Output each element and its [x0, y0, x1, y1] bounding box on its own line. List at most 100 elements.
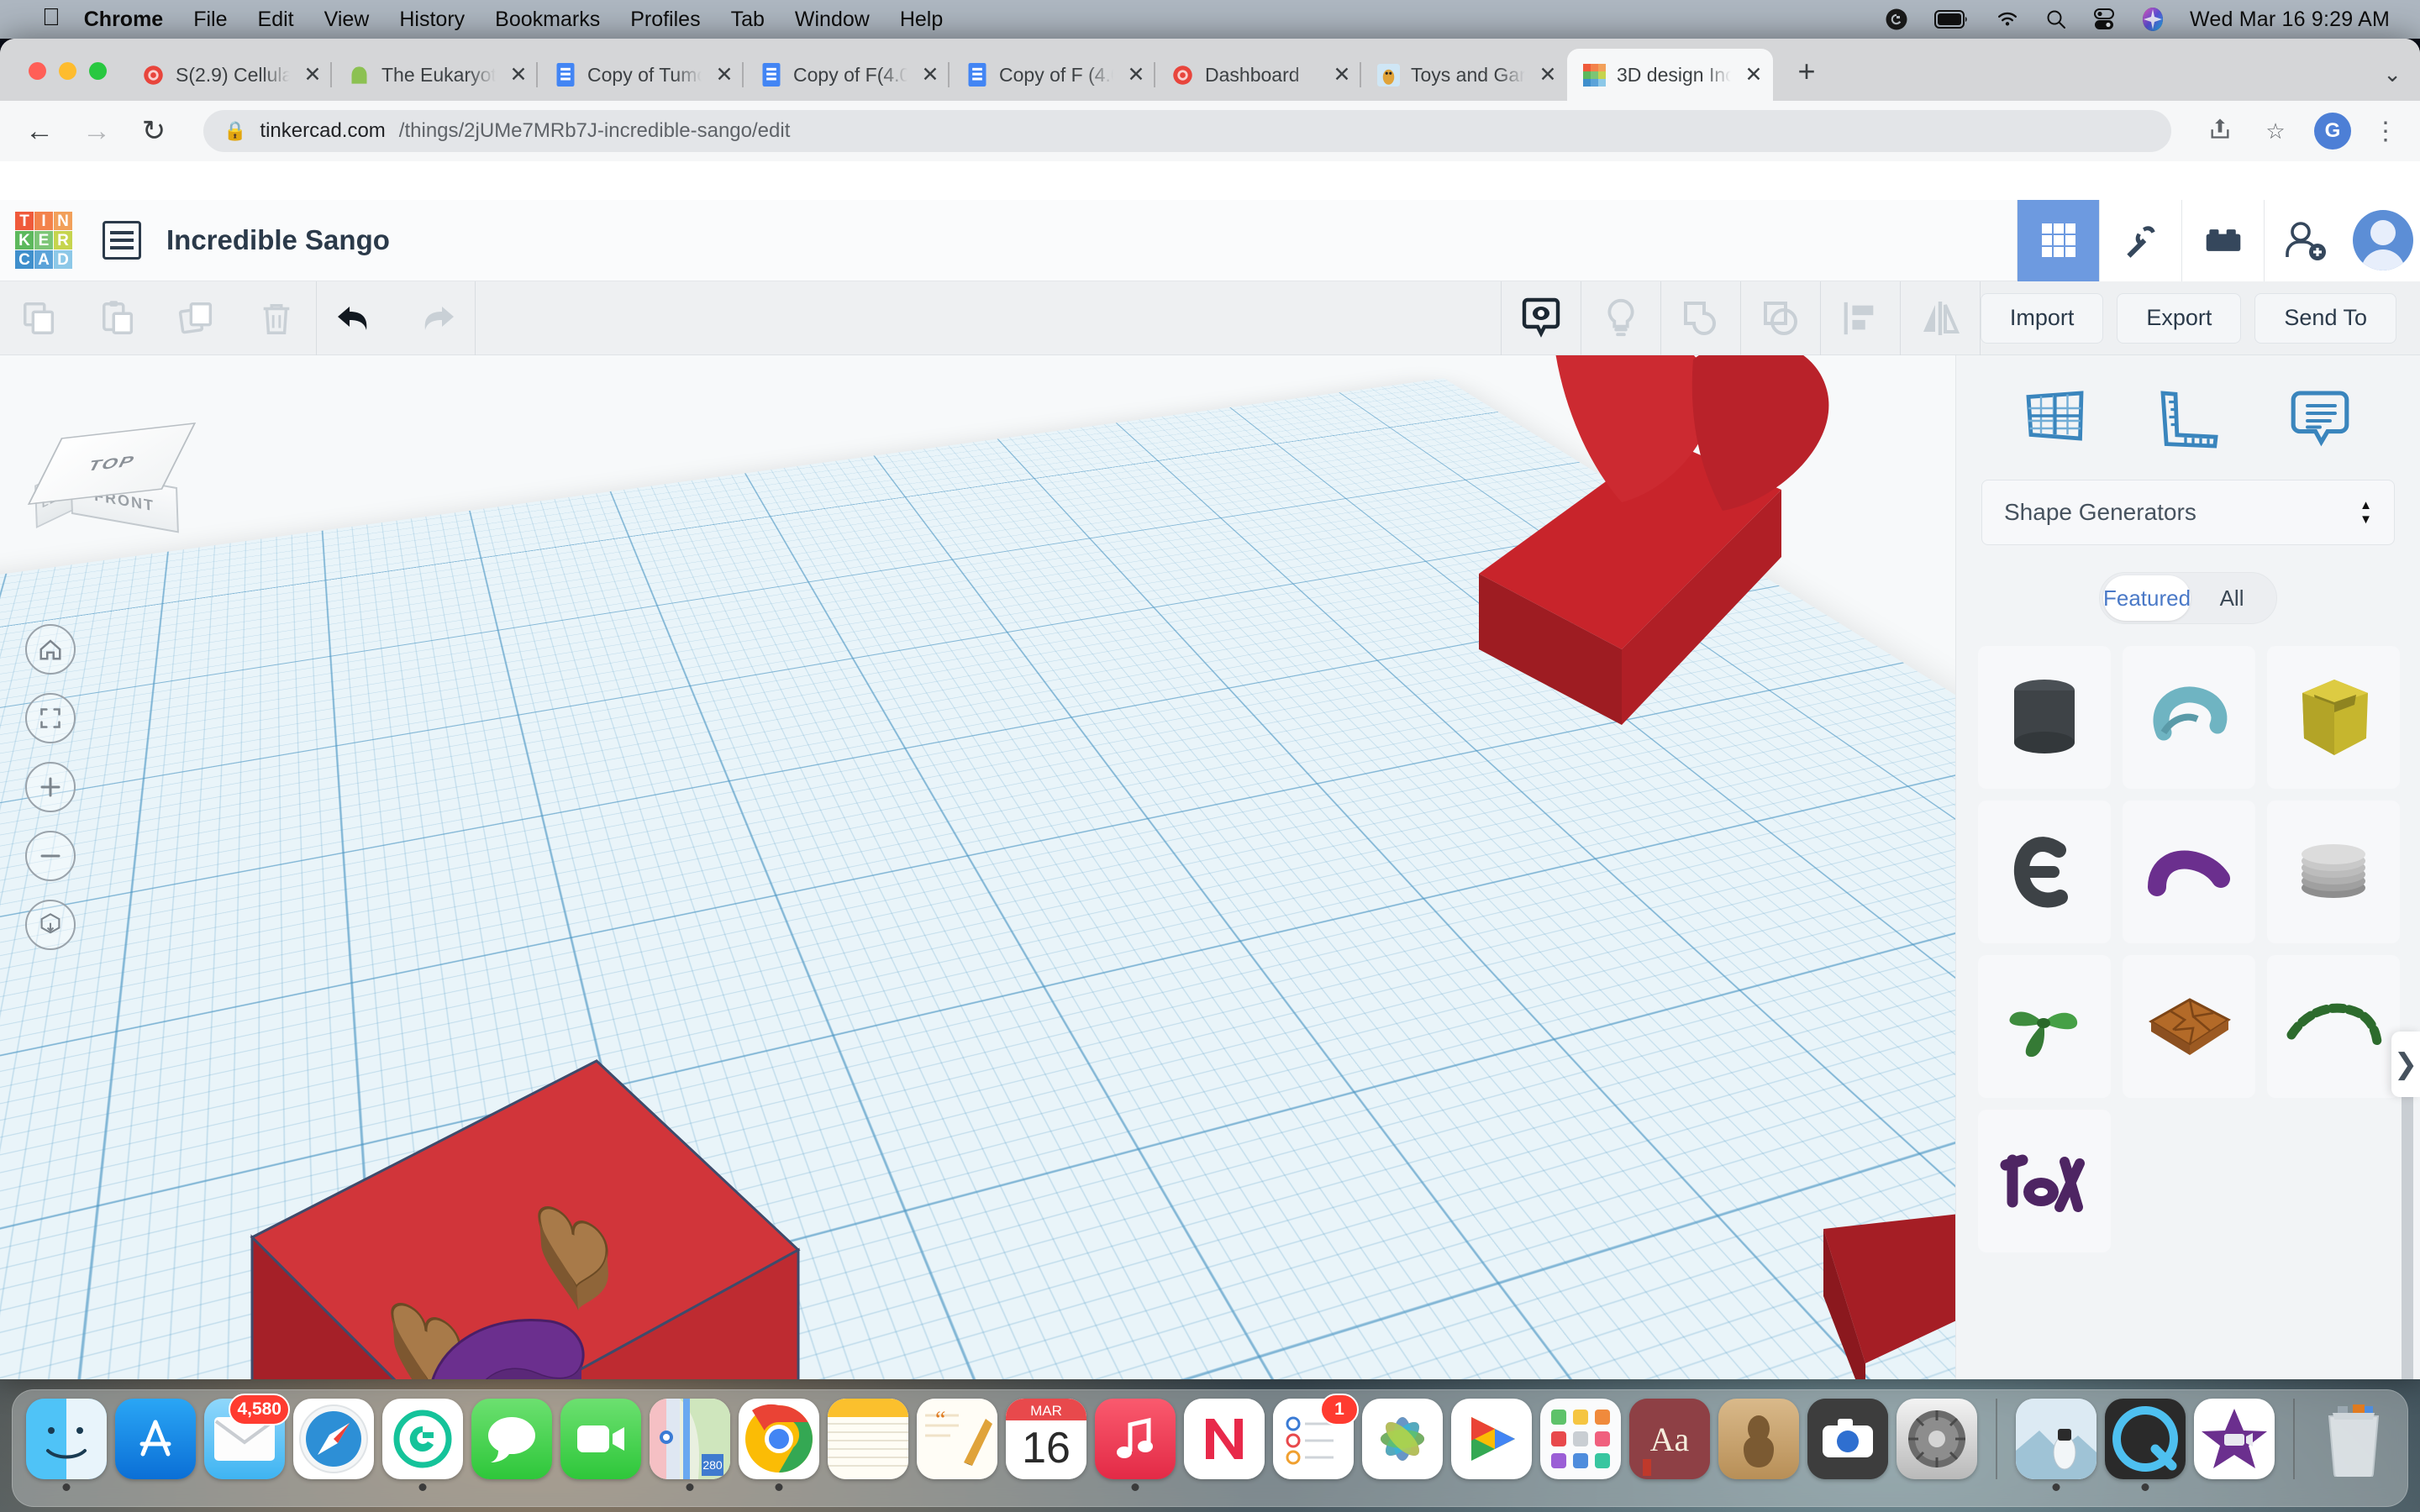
- user-avatar[interactable]: [2346, 200, 2420, 281]
- dock-item-launchpad[interactable]: [1540, 1399, 1621, 1479]
- close-window-button[interactable]: [29, 62, 46, 80]
- share-icon[interactable]: [2203, 117, 2237, 146]
- browser-tab[interactable]: Copy of F (4.0a ✕: [950, 49, 1155, 101]
- page-title[interactable]: Incredible Sango: [166, 224, 390, 256]
- export-button[interactable]: Export: [2117, 293, 2241, 344]
- dock-item-imovie[interactable]: [2194, 1399, 2275, 1479]
- dock-item-dictionary[interactable]: Aa: [1629, 1399, 1710, 1479]
- tab-close-icon[interactable]: ✕: [918, 62, 943, 87]
- menu-item-help[interactable]: Help: [900, 8, 943, 32]
- browser-menu-button[interactable]: ⋮: [2373, 117, 2398, 146]
- shape-item-curved-tube[interactable]: [2123, 646, 2255, 789]
- import-button[interactable]: Import: [1981, 293, 2104, 344]
- dock-item-chrome[interactable]: [739, 1399, 819, 1479]
- dock-item-safari[interactable]: [293, 1399, 374, 1479]
- control-center-icon[interactable]: [2092, 8, 2116, 31]
- dock-item-facetime[interactable]: [560, 1399, 641, 1479]
- dock-item-pages[interactable]: “: [917, 1399, 997, 1479]
- tab-close-icon[interactable]: ✕: [506, 62, 531, 87]
- apple-menu-icon[interactable]: : [42, 6, 60, 30]
- view-orientation-cube[interactable]: LEFT FRONT TOP: [34, 406, 202, 540]
- zoom-out-button[interactable]: [25, 831, 76, 881]
- notes-icon[interactable]: [2281, 384, 2359, 453]
- tab-close-icon[interactable]: ✕: [1741, 62, 1766, 87]
- duplicate-button[interactable]: [158, 281, 237, 355]
- forward-button[interactable]: →: [79, 117, 114, 145]
- shape-item-hook[interactable]: [1978, 801, 2111, 943]
- wifi-icon[interactable]: [1995, 9, 2020, 29]
- tab-close-icon[interactable]: ✕: [300, 62, 325, 87]
- copy-button[interactable]: [0, 281, 79, 355]
- undo-button[interactable]: [317, 281, 396, 355]
- menu-item-tab[interactable]: Tab: [731, 8, 765, 32]
- menu-item-bookmarks[interactable]: Bookmarks: [495, 8, 600, 32]
- menu-item-view[interactable]: View: [324, 8, 370, 32]
- shape-category-select[interactable]: Shape Generators ▲▼: [1981, 480, 2395, 545]
- red-box-face-shape[interactable]: [244, 1044, 865, 1379]
- siri-icon[interactable]: [2141, 7, 2165, 32]
- dock-item-trash[interactable]: [2313, 1399, 2394, 1479]
- hole-light-button[interactable]: [1581, 281, 1660, 355]
- minimize-window-button[interactable]: [59, 62, 76, 80]
- home-view-button[interactable]: [25, 624, 76, 675]
- redo-button[interactable]: [396, 281, 475, 355]
- grammarly-icon[interactable]: [1884, 7, 1909, 32]
- dock-item-music[interactable]: [1095, 1399, 1176, 1479]
- search-icon[interactable]: [2045, 8, 2067, 30]
- ungroup-button[interactable]: [1741, 281, 1820, 355]
- dock-item-grammarly[interactable]: [382, 1399, 463, 1479]
- new-tab-button[interactable]: +: [1786, 54, 1827, 89]
- address-bar[interactable]: 🔒 tinkercad.com/things/2jUMe7MRb7J-incre…: [203, 110, 2171, 152]
- browser-tab[interactable]: The Eukaryotic C ✕: [332, 49, 538, 101]
- window-controls[interactable]: [29, 62, 107, 80]
- shape-item-bent-tube[interactable]: [2123, 801, 2255, 943]
- menu-item-profiles[interactable]: Profiles: [630, 8, 700, 32]
- browser-tab[interactable]: Copy of Tumor S ✕: [538, 49, 744, 101]
- ruler-icon[interactable]: [2149, 384, 2227, 453]
- dock-item-calendar[interactable]: MAR16: [1006, 1399, 1086, 1479]
- send-to-button[interactable]: Send To: [2254, 293, 2396, 344]
- dock-item-system-preferences[interactable]: [1897, 1399, 1977, 1479]
- dock-item-quicktime[interactable]: [2105, 1399, 2186, 1479]
- fit-to-view-button[interactable]: [25, 693, 76, 743]
- panel-expand-button[interactable]: ❯: [2391, 1032, 2420, 1097]
- shape-item-stacked-discs[interactable]: [2267, 801, 2400, 943]
- dock-item-finder[interactable]: [26, 1399, 107, 1479]
- shape-item-text[interactable]: [1978, 1110, 2111, 1252]
- browser-tab[interactable]: Toys and Games ✕: [1361, 49, 1567, 101]
- workplane-icon[interactable]: [2018, 384, 2095, 453]
- tinkercad-logo-icon[interactable]: T I N K E R C A D: [15, 212, 72, 269]
- tab-close-icon[interactable]: ✕: [712, 62, 737, 87]
- project-list-icon[interactable]: [103, 221, 141, 260]
- group-button[interactable]: [1661, 281, 1740, 355]
- menu-item-window[interactable]: Window: [795, 8, 870, 32]
- menubar-clock[interactable]: Wed Mar 16 9:29 AM: [2190, 8, 2390, 32]
- maximize-window-button[interactable]: [89, 62, 107, 80]
- shape-item-vine[interactable]: [2267, 955, 2400, 1098]
- dock-item-preview[interactable]: [2016, 1399, 2096, 1479]
- design-canvas[interactable]: LEFT FRONT TOP: [0, 355, 1955, 1379]
- red-box-shape-right[interactable]: [1807, 1195, 1955, 1379]
- shape-item-box-container[interactable]: [2267, 646, 2400, 789]
- reload-button[interactable]: ↻: [136, 117, 171, 145]
- menu-item-edit[interactable]: Edit: [258, 8, 294, 32]
- dock-item-podcasts[interactable]: [1718, 1399, 1799, 1479]
- shape-item-propeller[interactable]: [1978, 955, 2111, 1098]
- dock-item-photo-booth[interactable]: [1807, 1399, 1888, 1479]
- tab-all[interactable]: All: [2191, 575, 2273, 621]
- browser-tab-active[interactable]: 3D design Incre ✕: [1567, 49, 1773, 101]
- zoom-in-button[interactable]: [25, 762, 76, 812]
- menu-item-chrome[interactable]: Chrome: [84, 8, 163, 32]
- menu-item-file[interactable]: File: [193, 8, 227, 32]
- tab-close-icon[interactable]: ✕: [1535, 62, 1560, 87]
- grid-view-button[interactable]: [2017, 200, 2099, 281]
- dock-item-photos[interactable]: [1362, 1399, 1443, 1479]
- dock-item-app-store[interactable]: [115, 1399, 196, 1479]
- invite-button[interactable]: [2264, 200, 2346, 281]
- delete-button[interactable]: [237, 281, 316, 355]
- tab-featured[interactable]: Featured: [2103, 575, 2191, 621]
- blocks-button[interactable]: [2181, 200, 2264, 281]
- chevron-down-icon[interactable]: ⌄: [2383, 61, 2402, 87]
- dock-item-messages[interactable]: [471, 1399, 552, 1479]
- align-button[interactable]: [1821, 281, 1900, 355]
